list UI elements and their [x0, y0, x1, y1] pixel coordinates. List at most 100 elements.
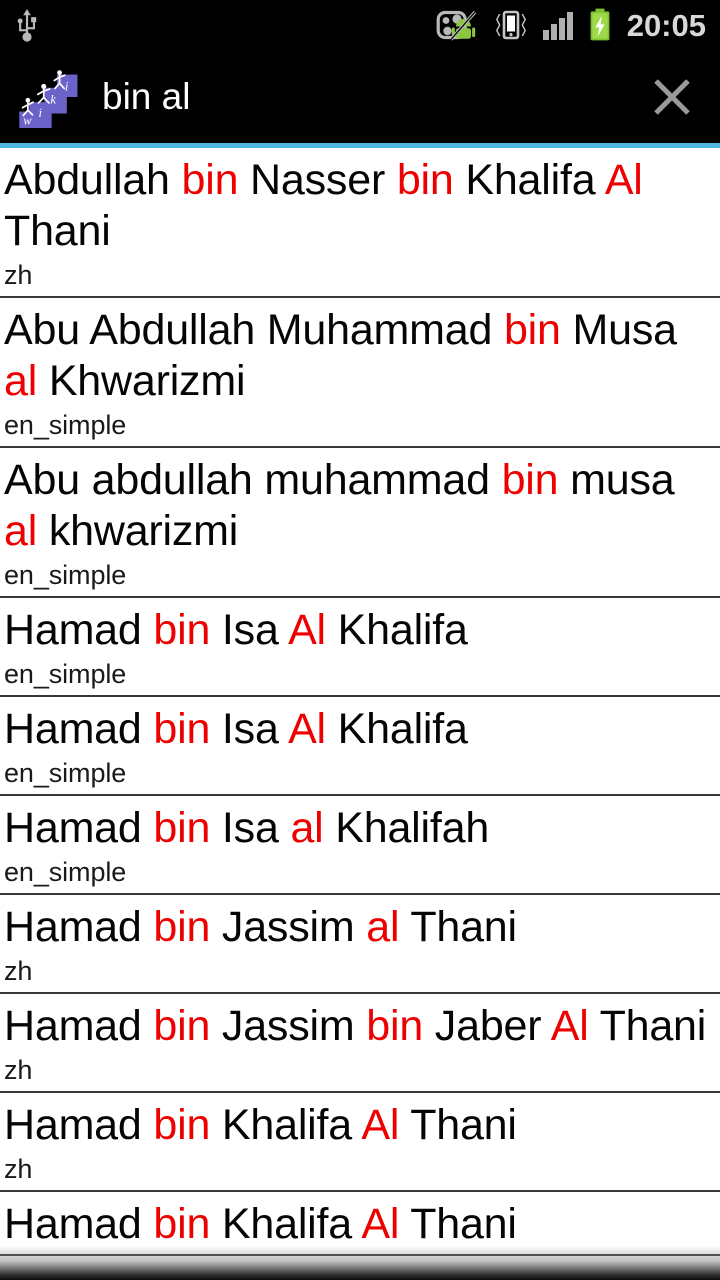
result-title-match: Al — [361, 1200, 400, 1248]
result-language-label: zh — [4, 260, 33, 290]
result-title-match: bin — [501, 456, 559, 504]
result-title-text: Hamad — [4, 606, 154, 654]
result-title-text: Thani — [399, 1101, 517, 1149]
result-language-label: en_simple — [4, 560, 127, 590]
result-title-match: bin — [366, 1002, 424, 1050]
result-title-text: Thani — [399, 1200, 517, 1248]
result-title-text: Hamad — [4, 1101, 154, 1149]
result-title-match: bin — [153, 705, 211, 753]
result-title-text: Nasser — [238, 156, 397, 204]
result-title-match: bin — [153, 606, 211, 654]
status-bar: 20:05 — [0, 0, 720, 50]
result-language-label: en_simple — [4, 410, 127, 440]
result-title-text: Jassim — [210, 903, 367, 951]
result-title-match: al — [366, 903, 400, 951]
result-title: Abu Abdullah Muhammad bin Musa al Khwari… — [4, 305, 714, 407]
result-language-label: en_simple — [4, 659, 127, 689]
result-title-match: al — [4, 507, 38, 555]
result-title-text: Hamad — [4, 1200, 154, 1248]
result-row[interactable]: Abu Abdullah Muhammad bin Musa al Khwari… — [0, 298, 720, 448]
vibrate-icon — [491, 8, 531, 42]
search-results-list[interactable]: Abdullah bin Nasser bin Khalifa Al Thani… — [0, 148, 720, 1256]
result-row[interactable]: Abu abdullah muhammad bin musa al khwari… — [0, 448, 720, 598]
result-title-text: Hamad — [4, 705, 154, 753]
action-bar: w i k i bin al — [0, 50, 720, 143]
status-bar-right: 20:05 — [436, 8, 706, 42]
result-row[interactable]: Hamad bin Isa Al Khalifa en_simple — [0, 598, 720, 697]
result-title-text: Abu abdullah muhammad — [4, 456, 502, 504]
close-x-icon[interactable] — [646, 71, 698, 123]
wiki-logo-icon: w i k i — [16, 64, 82, 130]
result-row[interactable]: Hamad bin Khalifa Al Thani zh — [0, 1093, 720, 1192]
result-title-text: Khalifa — [210, 1101, 362, 1149]
svg-text:i: i — [38, 105, 42, 119]
result-row[interactable]: Hamad bin Isa al Khalifah en_simple — [0, 796, 720, 895]
result-language-label: zh — [4, 1154, 33, 1184]
result-title-match: al — [290, 804, 324, 852]
svg-text:i: i — [65, 79, 69, 93]
result-title-text: Hamad — [4, 1002, 154, 1050]
result-title-text: Abdullah — [4, 156, 182, 204]
result-title-text: Isa — [210, 804, 291, 852]
result-title-text: Khwarizmi — [37, 357, 246, 405]
signal-bars-icon — [542, 9, 576, 41]
result-title-text: Abu Abdullah Muhammad — [4, 306, 504, 354]
result-title-text: Thani — [588, 1002, 707, 1050]
result-title-match: al — [4, 357, 38, 405]
result-title: Hamad bin Isa Al Khalifa — [4, 605, 714, 656]
result-title: Hamad bin Jassim al Thani — [4, 902, 714, 953]
result-row[interactable]: Hamad bin Jassim al Thani zh — [0, 895, 720, 994]
result-title-match: bin — [153, 1200, 211, 1248]
result-row[interactable]: Hamad bin Khalifa Al Thani — [0, 1192, 720, 1256]
result-language-label: en_simple — [4, 758, 127, 788]
result-title: Abu abdullah muhammad bin musa al khwari… — [4, 455, 714, 557]
result-language-label: en_simple — [4, 857, 127, 887]
result-title-text: Jaber — [423, 1002, 551, 1050]
result-title-match: Al — [288, 705, 326, 753]
result-title-text: Isa — [210, 606, 289, 654]
battery-charging-icon — [587, 8, 613, 42]
result-title-match: bin — [153, 1101, 211, 1149]
result-title-match: bin — [181, 156, 239, 204]
result-title-text: Khalifa — [325, 705, 468, 753]
result-title-text: Isa — [210, 705, 289, 753]
result-title-text: khwarizmi — [37, 507, 239, 555]
result-title-text: Hamad — [4, 804, 154, 852]
result-title: Abdullah bin Nasser bin Khalifa Al Thani — [4, 155, 714, 257]
result-title-text: musa — [558, 456, 675, 504]
result-title-match: bin — [503, 306, 561, 354]
svg-text:w: w — [23, 113, 32, 127]
result-title-text: Khalifa — [325, 606, 468, 654]
result-title-text: Thani — [399, 903, 517, 951]
search-query-text[interactable]: bin al — [102, 78, 646, 115]
result-title-text: Khalifah — [323, 804, 490, 852]
phone-screen: 20:05 w i k i bin al Abdullah bin Nasser… — [0, 0, 720, 1280]
status-bar-clock: 20:05 — [626, 7, 706, 43]
result-title-text: Hamad — [4, 903, 154, 951]
result-title-text: Musa — [560, 306, 678, 354]
status-bar-left — [14, 8, 40, 42]
result-title-match: Al — [288, 606, 326, 654]
result-title-match: bin — [396, 156, 454, 204]
usb-icon — [14, 8, 40, 42]
result-title: Hamad bin Isa al Khalifah — [4, 803, 714, 854]
result-language-label: zh — [4, 956, 33, 986]
result-title-text: Khalifa — [210, 1200, 362, 1248]
sync-disabled-icon — [436, 8, 480, 42]
result-title-text: Thani — [4, 207, 111, 255]
result-title: Hamad bin Jassim bin Jaber Al Thani — [4, 1001, 714, 1052]
result-row[interactable]: Abdullah bin Nasser bin Khalifa Al Thani… — [0, 148, 720, 298]
result-title: Hamad bin Khalifa Al Thani — [4, 1199, 714, 1250]
result-title-match: bin — [153, 1002, 211, 1050]
result-title-match: bin — [153, 804, 211, 852]
result-title: Hamad bin Khalifa Al Thani — [4, 1100, 714, 1151]
result-title: Hamad bin Isa Al Khalifa — [4, 704, 714, 755]
result-title-match: bin — [153, 903, 211, 951]
result-row[interactable]: Hamad bin Jassim bin Jaber Al Thani zh — [0, 994, 720, 1093]
result-title-text: Khalifa — [453, 156, 605, 204]
result-title-match: Al — [604, 156, 643, 204]
result-row[interactable]: Hamad bin Isa Al Khalifa en_simple — [0, 697, 720, 796]
result-language-label: zh — [4, 1055, 33, 1085]
result-title-text: Jassim — [210, 1002, 367, 1050]
result-title-match: Al — [361, 1101, 400, 1149]
